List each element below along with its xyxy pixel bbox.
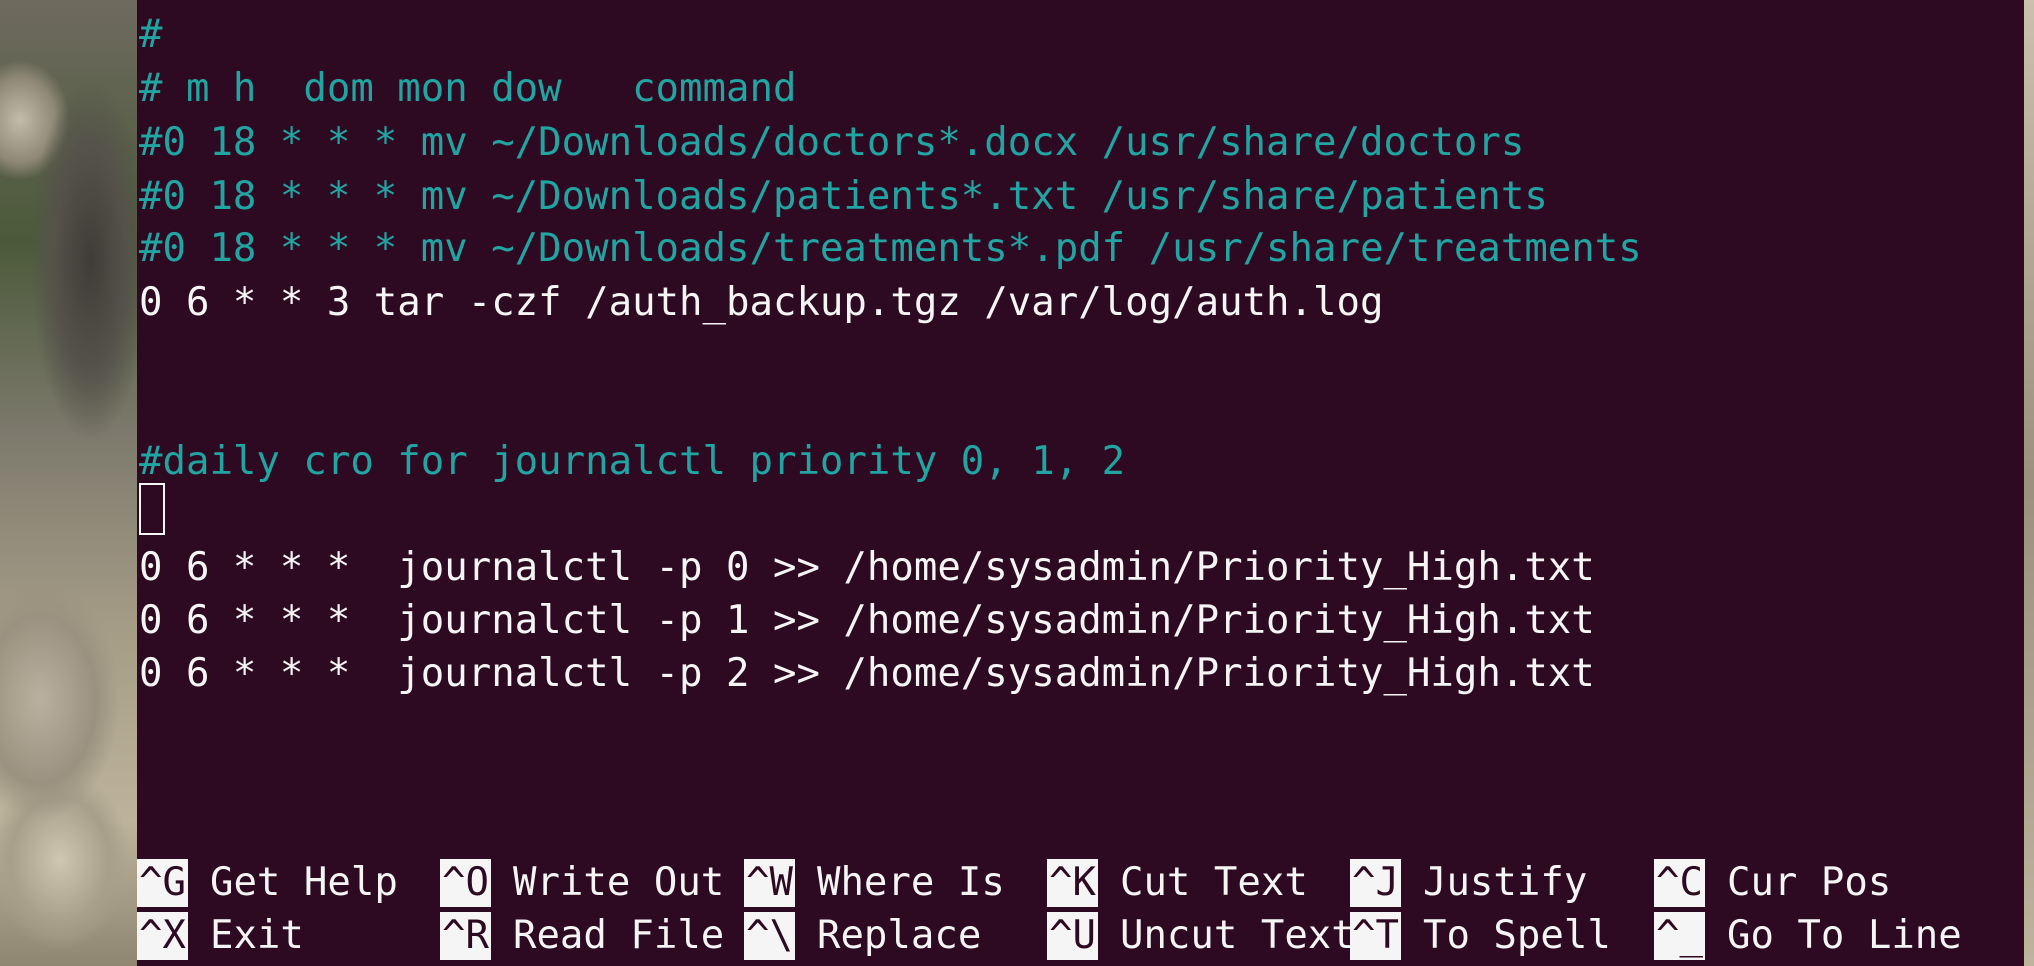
shortcut-key: ^X: [137, 911, 188, 960]
shortcut-label: Where Is: [816, 860, 1005, 905]
text-cursor: [139, 483, 165, 535]
nano-editor-buffer[interactable]: # # m h dom mon dow command #0 18 * * * …: [137, 0, 2024, 850]
editor-line-11: 0 6 * * * journalctl -p 0 >> /home/sysad…: [139, 545, 1595, 590]
desktop-wallpaper-edge: [2024, 0, 2034, 966]
shortcut-key: ^C: [1654, 858, 1705, 907]
shortcut-go-to-line[interactable]: ^_ Go To Line: [1654, 909, 1962, 962]
terminal-window[interactable]: # # m h dom mon dow command #0 18 * * * …: [137, 0, 2024, 966]
shortcut-key: ^U: [1047, 911, 1098, 960]
shortcut-label: Write Out: [512, 860, 725, 905]
editor-line-12: 0 6 * * * journalctl -p 1 >> /home/sysad…: [139, 598, 1595, 643]
editor-line-9: #daily cro for journalctl priority 0, 1,…: [139, 439, 1126, 484]
shortcut-key: ^_: [1654, 911, 1705, 960]
shortcut-key: ^G: [137, 858, 188, 907]
shortcut-to-spell[interactable]: ^T To Spell: [1350, 909, 1611, 962]
shortcut-uncut-text[interactable]: ^U Uncut Text: [1047, 909, 1355, 962]
shortcut-key: ^K: [1047, 858, 1098, 907]
shortcut-where-is[interactable]: ^W Where Is: [744, 856, 1005, 909]
shortcut-write-out[interactable]: ^O Write Out: [440, 856, 724, 909]
shortcut-label: Justify: [1422, 860, 1588, 905]
shortcut-key: ^O: [440, 858, 491, 907]
shortcut-label: To Spell: [1422, 913, 1611, 958]
shortcut-key: ^J: [1350, 858, 1401, 907]
shortcut-label: Replace: [816, 913, 982, 958]
shortcut-label: Cut Text: [1119, 860, 1308, 905]
shortcut-label: Uncut Text: [1119, 913, 1355, 958]
editor-line-5: #0 18 * * * mv ~/Downloads/treatments*.p…: [139, 226, 1642, 271]
shortcut-key: ^R: [440, 911, 491, 960]
shortcut-cur-pos[interactable]: ^C Cur Pos: [1654, 856, 1891, 909]
shortcut-key: ^T: [1350, 911, 1401, 960]
editor-line-2: # m h dom mon dow command: [139, 66, 797, 111]
editor-line-13: 0 6 * * * journalctl -p 2 >> /home/sysad…: [139, 651, 1595, 696]
shortcut-label: Cur Pos: [1726, 860, 1892, 905]
editor-line-3: #0 18 * * * mv ~/Downloads/doctors*.docx…: [139, 120, 1525, 165]
shortcut-justify[interactable]: ^J Justify: [1350, 856, 1587, 909]
shortcut-read-file[interactable]: ^R Read File: [440, 909, 724, 962]
editor-line-4: #0 18 * * * mv ~/Downloads/patients*.txt…: [139, 174, 1548, 219]
shortcut-label: Read File: [512, 913, 725, 958]
editor-line-6: 0 6 * * 3 tar -czf /auth_backup.tgz /var…: [139, 280, 1384, 325]
shortcut-key: ^\: [744, 911, 795, 960]
shortcut-cut-text[interactable]: ^K Cut Text: [1047, 856, 1308, 909]
desktop: # # m h dom mon dow command #0 18 * * * …: [0, 0, 2034, 966]
nano-shortcut-bar: ^G Get Help ^O Write Out ^W Where Is ^K Cut …: [137, 856, 2024, 966]
shortcut-get-help[interactable]: ^G Get Help: [137, 856, 398, 909]
shortcut-label: Exit: [209, 913, 304, 958]
shortcut-exit[interactable]: ^X Exit: [137, 909, 304, 962]
desktop-wallpaper: [0, 0, 140, 966]
shortcut-label: Get Help: [209, 860, 398, 905]
shortcut-replace[interactable]: ^\ Replace: [744, 909, 981, 962]
shortcut-key: ^W: [744, 858, 795, 907]
shortcut-label: Go To Line: [1726, 913, 1962, 958]
editor-line-1: #: [139, 12, 163, 57]
